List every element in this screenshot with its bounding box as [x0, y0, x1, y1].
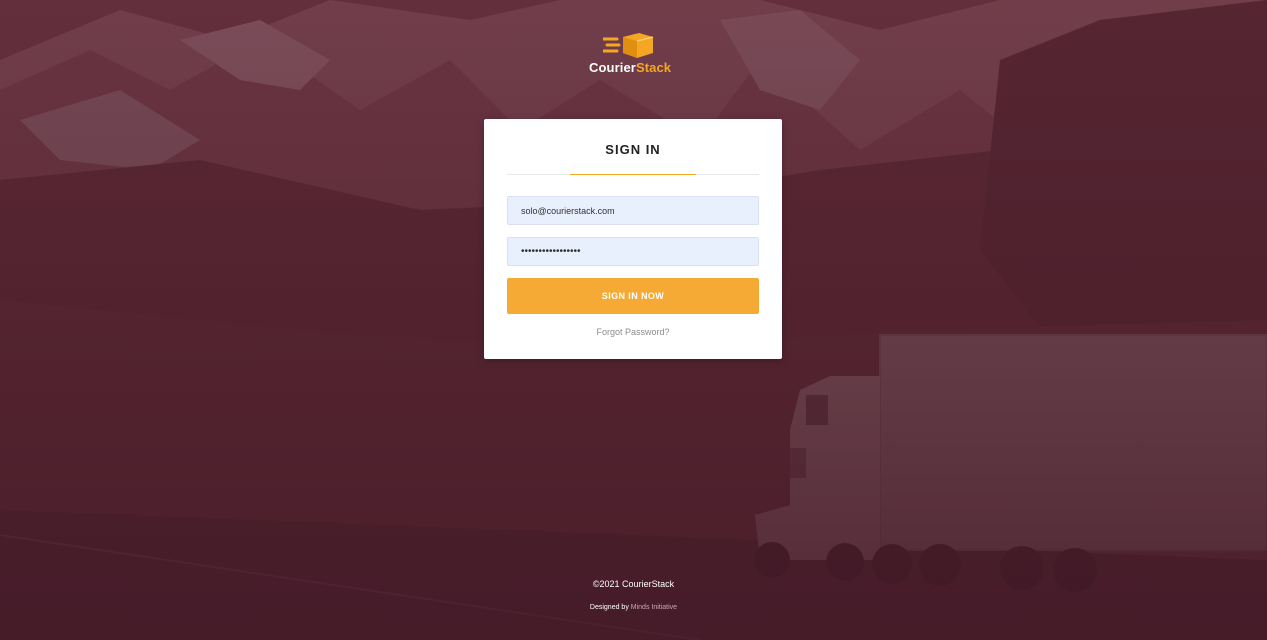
footer-credit: Designed by Minds Initiative	[0, 604, 1267, 611]
brand-name-part1: Courier	[589, 60, 636, 75]
brand-name-part2: Stack	[635, 60, 672, 75]
login-title: SIGN IN	[605, 142, 661, 157]
email-field[interactable]	[507, 196, 759, 225]
designer-link[interactable]: Minds Initiative	[631, 604, 677, 611]
forgot-password-link[interactable]: Forgot Password?	[484, 327, 782, 337]
password-field[interactable]	[507, 237, 759, 266]
delivery-box-icon	[603, 33, 654, 58]
brand-name: CourierStack	[589, 60, 689, 75]
footer-credit-prefix: Designed by	[589, 604, 629, 611]
title-divider-accent	[570, 174, 696, 175]
courierstack-logo[interactable]: CourierStack	[589, 31, 679, 77]
login-card: SIGN IN SIGN IN NOW Forgot Password?	[484, 119, 782, 359]
sign-in-button[interactable]: SIGN IN NOW	[507, 278, 759, 314]
footer-copyright: ©2021 CourierStack	[592, 579, 675, 589]
